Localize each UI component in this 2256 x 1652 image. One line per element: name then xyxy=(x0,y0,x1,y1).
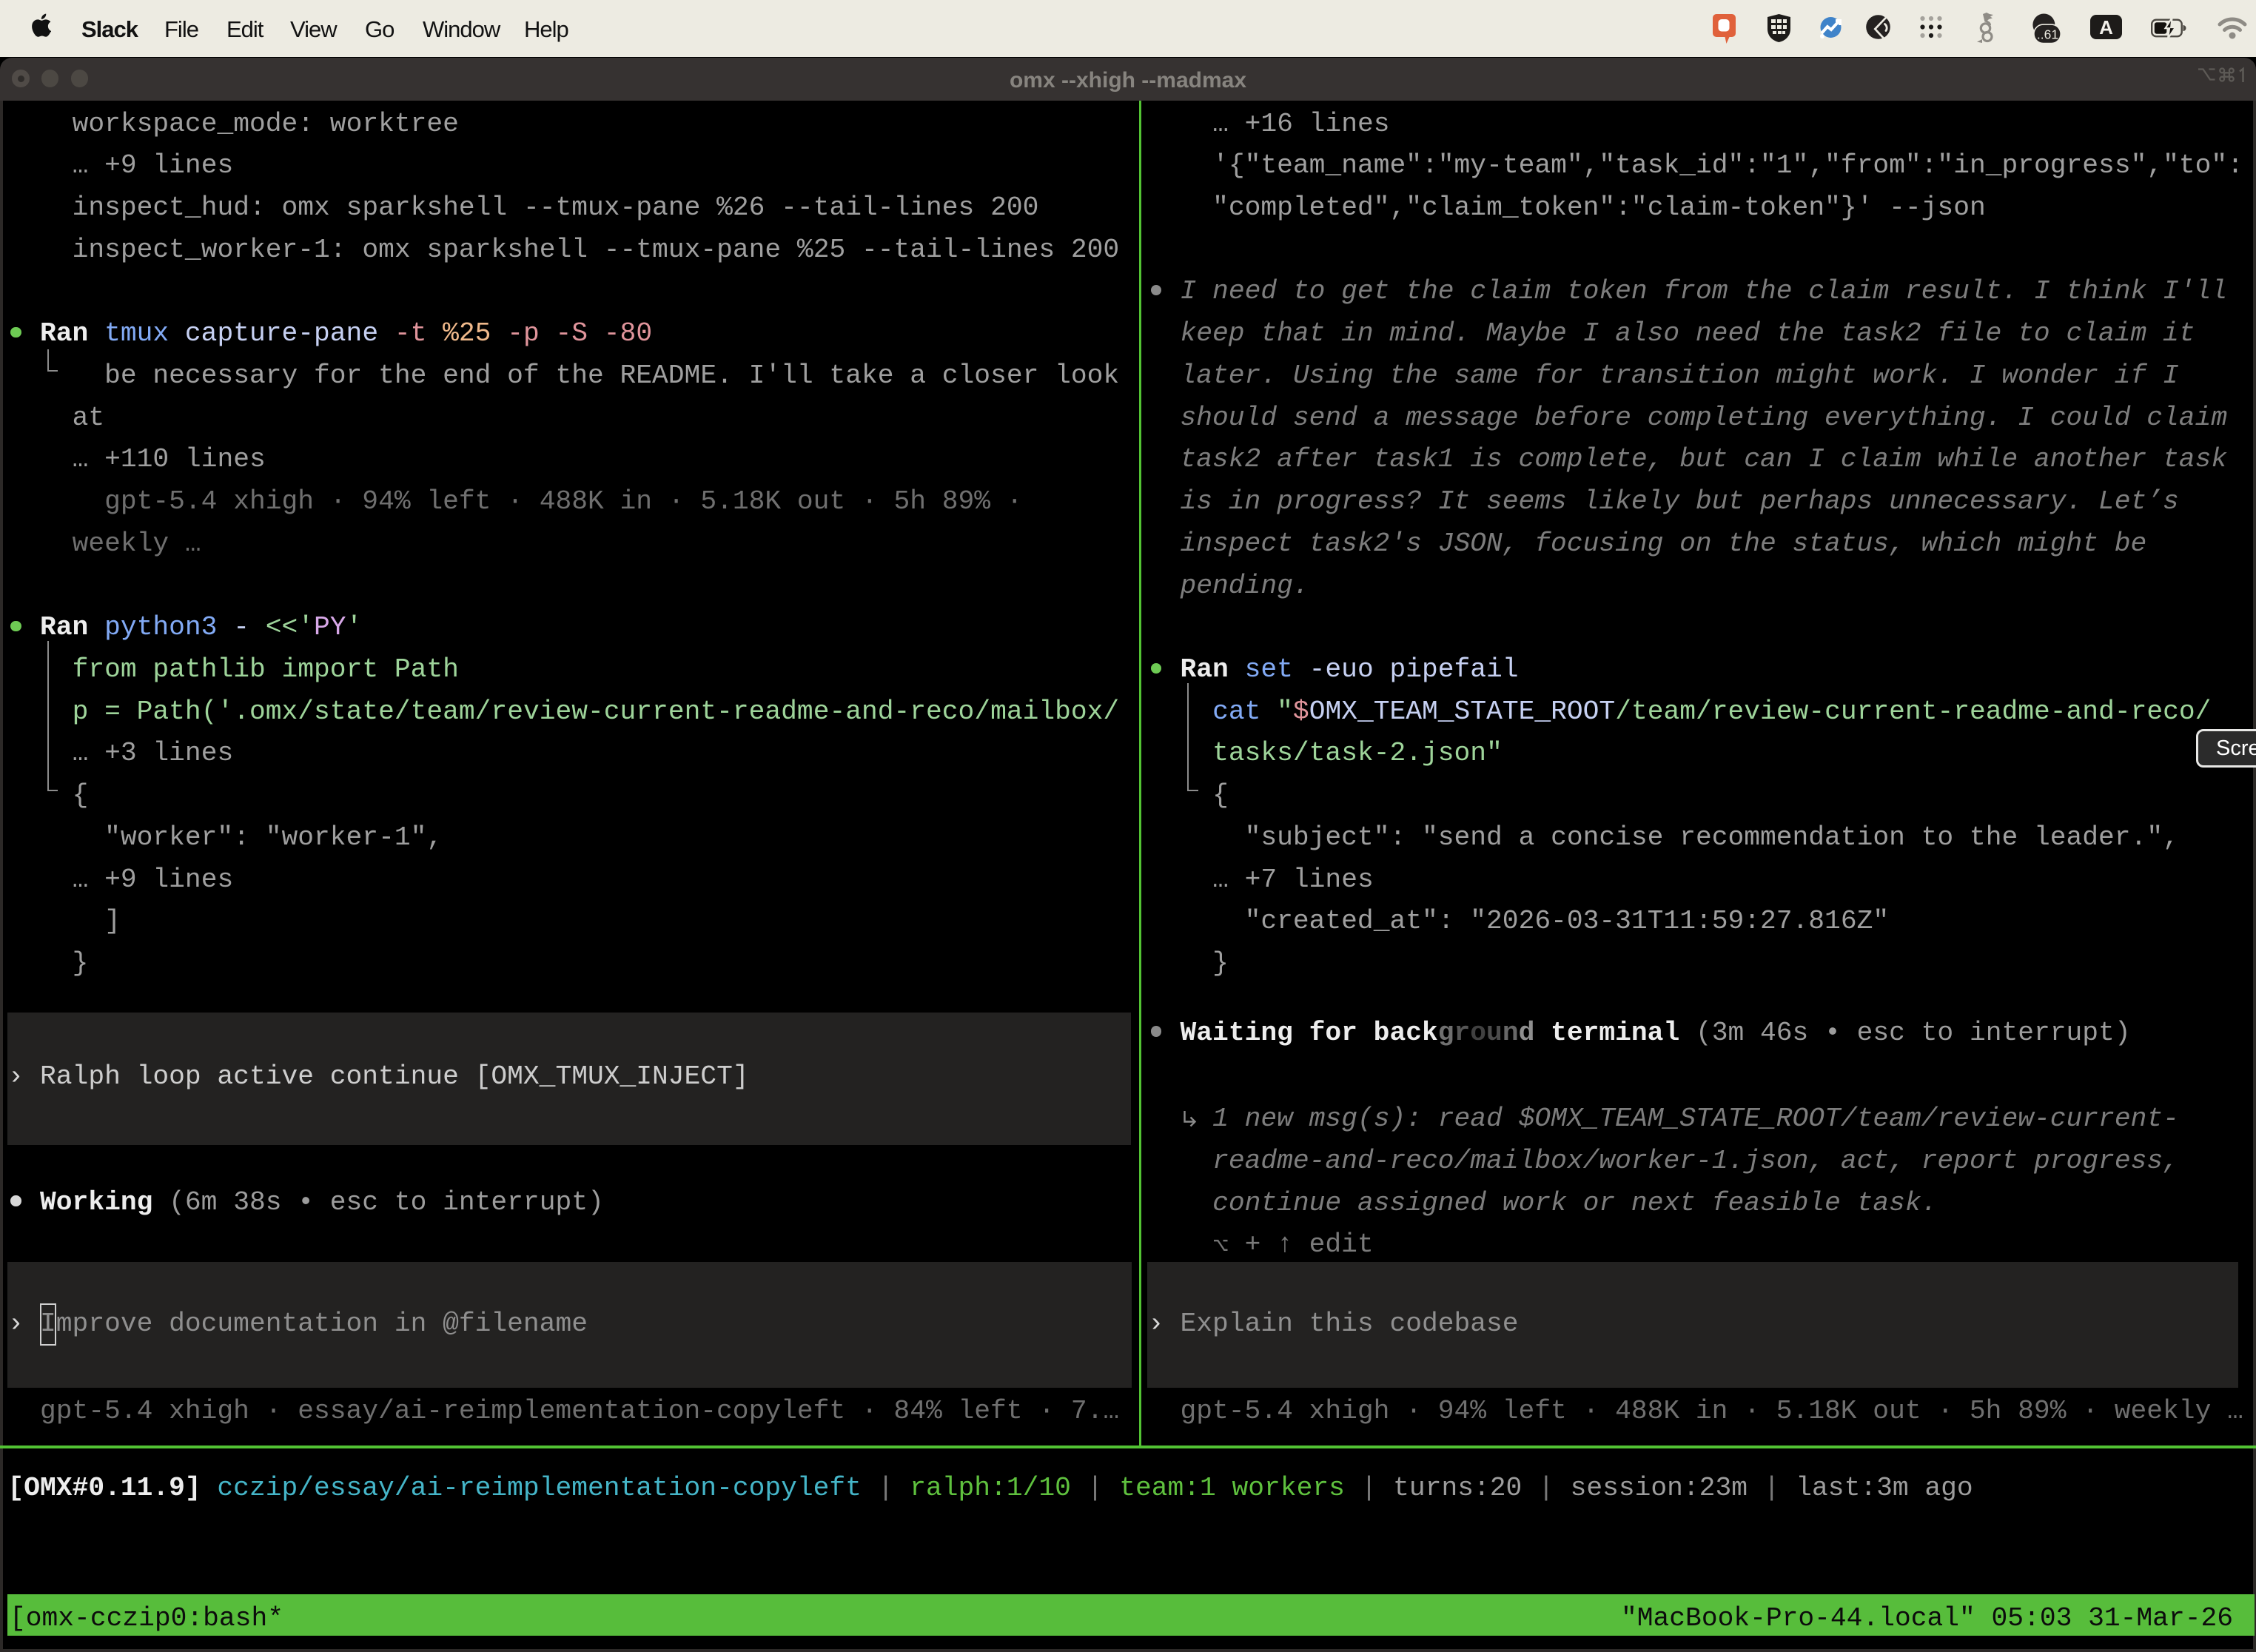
svg-text:A: A xyxy=(2099,16,2113,38)
svg-text:..61: ..61 xyxy=(2037,27,2058,42)
